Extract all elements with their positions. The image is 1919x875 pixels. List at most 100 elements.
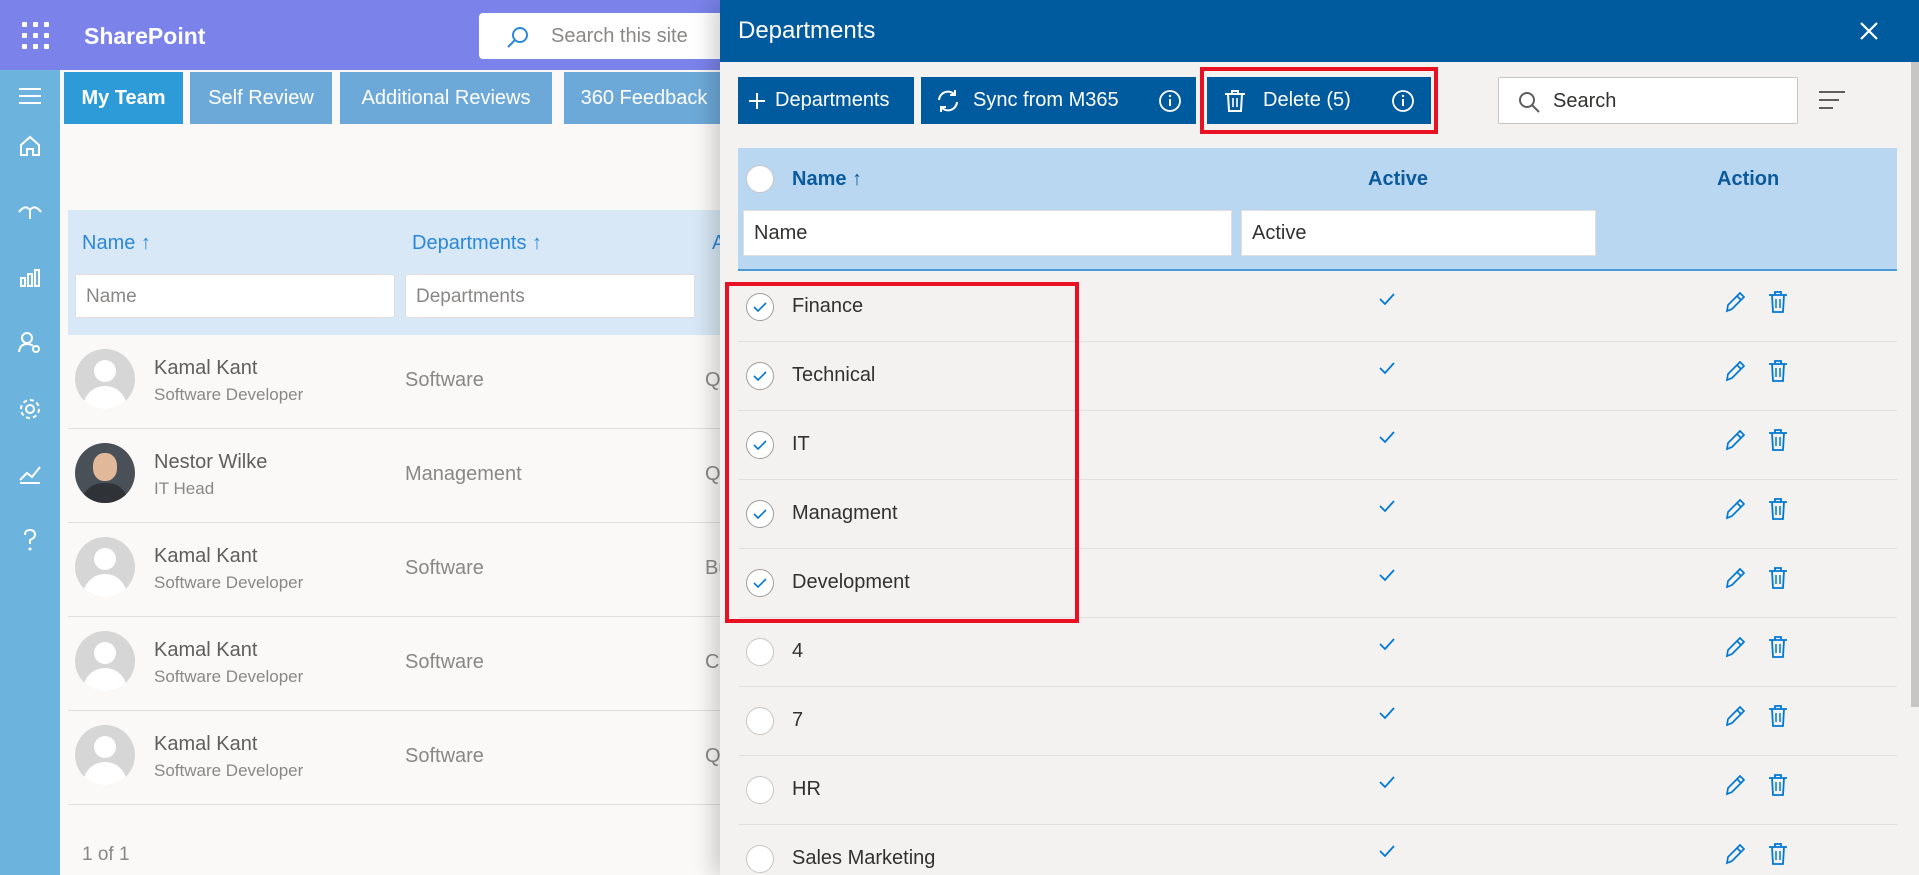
department-row[interactable]: 7	[738, 687, 1897, 756]
trash-icon[interactable]	[1766, 703, 1790, 729]
edit-icon[interactable]	[1723, 841, 1747, 867]
active-check-icon	[1379, 293, 1395, 306]
department-row[interactable]: Sales Marketing	[738, 825, 1897, 875]
row-checkbox[interactable]	[746, 707, 774, 735]
edit-icon[interactable]	[1723, 496, 1747, 522]
avatar	[75, 349, 135, 409]
column-header-departments[interactable]: Departments ↑	[412, 232, 542, 255]
panel-header: Departments	[720, 0, 1919, 62]
user-settings-icon[interactable]	[14, 327, 46, 359]
trash-icon[interactable]	[1766, 496, 1790, 522]
sync-m365-button[interactable]: Sync from M365	[921, 77, 1196, 124]
search-icon	[1519, 92, 1540, 113]
info-icon[interactable]	[1158, 89, 1182, 113]
edit-icon[interactable]	[1723, 634, 1747, 660]
tab-my-team[interactable]: My Team	[64, 72, 183, 124]
department-name: HR	[792, 778, 821, 800]
department-cell: Management	[405, 463, 522, 485]
person-name: Nestor Wilke	[154, 451, 268, 473]
add-department-button[interactable]: Departments	[738, 77, 914, 124]
edit-icon[interactable]	[1723, 427, 1747, 453]
column-header-active[interactable]: Active	[1368, 168, 1428, 191]
third-cell: Q	[705, 369, 721, 391]
trash-icon[interactable]	[1766, 289, 1790, 315]
third-cell: Q	[705, 463, 721, 485]
panel-search-box[interactable]: Search	[1498, 77, 1798, 124]
trash-icon[interactable]	[1766, 841, 1790, 867]
row-checkbox[interactable]	[746, 776, 774, 804]
hamburger-icon[interactable]	[14, 80, 46, 112]
edit-icon[interactable]	[1723, 289, 1747, 315]
team-row[interactable]: Kamal Kant Software Developer Software B…	[68, 523, 729, 617]
department-name: 4	[792, 640, 804, 662]
avatar	[75, 443, 135, 503]
chart-icon[interactable]	[14, 458, 46, 490]
department-cell: Software	[405, 745, 484, 767]
panel-search-placeholder: Search	[1553, 90, 1617, 112]
person-role: IT Head	[154, 479, 215, 498]
left-rail	[0, 70, 60, 875]
column-header-name[interactable]: Name ↑	[82, 232, 151, 255]
team-grid-header: Name ↑ Departments ↑ A Name Departments	[68, 210, 728, 335]
review-icon[interactable]	[14, 196, 46, 228]
column-options-icon[interactable]	[1817, 88, 1847, 112]
department-cell: Software	[405, 557, 484, 579]
person-name: Kamal Kant	[154, 545, 258, 567]
tab-360-feedback[interactable]: 360 Feedback	[564, 72, 724, 124]
column-header-name[interactable]: Name ↑	[792, 168, 862, 191]
row-checkbox[interactable]	[746, 845, 774, 873]
edit-icon[interactable]	[1723, 772, 1747, 798]
department-row[interactable]: 4	[738, 618, 1897, 687]
person-name: Kamal Kant	[154, 357, 258, 379]
filter-name-input[interactable]: Name	[743, 210, 1232, 256]
tab-self-review[interactable]: Self Review	[190, 72, 332, 124]
trash-icon[interactable]	[1766, 634, 1790, 660]
column-header-name-label: Name	[792, 168, 847, 190]
select-all-checkbox[interactable]	[746, 165, 774, 193]
team-row[interactable]: Kamal Kant Software Developer Software C	[68, 617, 728, 711]
edit-icon[interactable]	[1723, 703, 1747, 729]
department-name: 7	[792, 709, 804, 731]
trash-icon[interactable]	[1766, 427, 1790, 453]
site-search-box[interactable]: Search this site	[479, 13, 739, 59]
team-row[interactable]: Kamal Kant Software Developer Software Q	[68, 711, 728, 805]
third-cell: Q	[705, 745, 721, 767]
department-row[interactable]: HR	[738, 756, 1897, 825]
active-check-icon	[1379, 707, 1395, 720]
department-cell: Software	[405, 651, 484, 673]
sync-icon	[938, 89, 958, 112]
close-icon[interactable]	[1856, 18, 1882, 44]
person-role: Software Developer	[154, 573, 304, 592]
edit-icon[interactable]	[1723, 565, 1747, 591]
active-check-icon	[1379, 845, 1395, 858]
app-title[interactable]: SharePoint	[84, 23, 205, 50]
settings-icon[interactable]	[14, 393, 46, 425]
site-search-placeholder: Search this site	[551, 25, 688, 47]
trash-icon[interactable]	[1766, 772, 1790, 798]
person-role: Software Developer	[154, 667, 304, 686]
active-check-icon	[1379, 431, 1395, 444]
app-launcher-icon[interactable]	[22, 22, 49, 49]
analytics-icon[interactable]	[14, 261, 46, 293]
search-icon	[507, 27, 528, 48]
person-name: Kamal Kant	[154, 639, 258, 661]
edit-icon[interactable]	[1723, 358, 1747, 384]
filter-departments[interactable]: Departments	[405, 274, 695, 318]
help-icon[interactable]	[14, 524, 46, 556]
plus-icon	[749, 92, 765, 109]
team-row[interactable]: Kamal Kant Software Developer Software Q	[68, 335, 728, 429]
panel-scrollbar[interactable]	[1911, 62, 1919, 707]
person-role: Software Developer	[154, 761, 304, 780]
row-checkbox[interactable]	[746, 638, 774, 666]
departments-panel: Departments Departments Sync from M365 D…	[720, 0, 1919, 875]
filter-name[interactable]: Name	[75, 274, 395, 318]
trash-icon[interactable]	[1766, 565, 1790, 591]
avatar	[75, 725, 135, 785]
active-check-icon	[1379, 362, 1395, 375]
trash-icon[interactable]	[1766, 358, 1790, 384]
tab-additional-reviews[interactable]: Additional Reviews	[340, 72, 552, 124]
person-name: Kamal Kant	[154, 733, 258, 755]
filter-active-input[interactable]: Active	[1241, 210, 1596, 256]
home-icon[interactable]	[14, 130, 46, 162]
team-row[interactable]: Nestor Wilke IT Head Management Q	[68, 429, 728, 523]
